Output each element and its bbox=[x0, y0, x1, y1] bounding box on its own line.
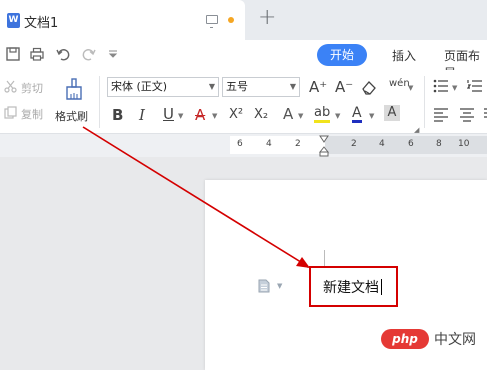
undo-icon[interactable] bbox=[56, 47, 70, 61]
text-effect-button[interactable]: A bbox=[283, 106, 293, 122]
paragraph-layout-icon[interactable] bbox=[258, 279, 270, 293]
chevron-down-icon[interactable]: ▼ bbox=[369, 112, 374, 120]
customize-toolbar-icon[interactable] bbox=[106, 47, 120, 61]
align-center-icon[interactable] bbox=[459, 108, 475, 122]
font-size-value: 五号 bbox=[226, 80, 248, 93]
pinyin-label: wén bbox=[389, 78, 410, 89]
chevron-down-icon[interactable]: ▼ bbox=[212, 112, 217, 120]
ruler-margin bbox=[230, 136, 325, 154]
chevron-down-icon: ▼ bbox=[208, 82, 215, 91]
wps-writer-icon: W bbox=[7, 13, 20, 28]
tab-home[interactable]: 开始 bbox=[317, 44, 367, 66]
document-tab-title: 文档1 bbox=[24, 16, 59, 31]
new-tab-button[interactable]: + bbox=[258, 5, 276, 30]
superscript-button[interactable]: X² bbox=[229, 107, 243, 123]
cut-label[interactable]: 剪切 bbox=[21, 80, 43, 96]
chevron-down-icon[interactable]: ▼ bbox=[298, 112, 303, 120]
chevron-down-icon[interactable]: ▼ bbox=[408, 84, 413, 92]
ruler-tick-label: 10 bbox=[458, 139, 470, 149]
shrink-font-icon[interactable]: A⁻ bbox=[335, 79, 353, 95]
character-shading-button[interactable]: A bbox=[384, 105, 400, 121]
ruler-tick-label: 2 bbox=[295, 139, 301, 149]
font-dialog-launcher-icon[interactable]: ◢ bbox=[414, 126, 419, 134]
document-tab[interactable]: W 文档1 bbox=[0, 0, 245, 40]
tab-insert[interactable]: 插入 bbox=[392, 47, 416, 64]
annotation-highlight-box bbox=[309, 266, 398, 307]
italic-button[interactable]: I bbox=[139, 107, 145, 123]
horizontal-ruler[interactable]: 6 4 2 2 4 6 8 10 bbox=[230, 136, 487, 154]
ruler-tick-label: 8 bbox=[436, 139, 442, 149]
copy-label[interactable]: 复制 bbox=[21, 106, 43, 122]
redo-icon[interactable] bbox=[82, 47, 96, 61]
chevron-down-icon: ▼ bbox=[289, 82, 296, 91]
unsaved-dot-icon bbox=[228, 17, 234, 23]
clear-format-icon[interactable] bbox=[361, 79, 377, 95]
format-painter-label[interactable]: 格式刷 bbox=[55, 108, 88, 124]
ruler-tick-label: 6 bbox=[237, 139, 243, 149]
save-icon[interactable] bbox=[6, 47, 20, 61]
bullet-list-icon[interactable] bbox=[433, 79, 449, 93]
ruler-tick-label: 4 bbox=[379, 139, 385, 149]
font-color-button[interactable]: A bbox=[352, 106, 362, 123]
menu-row: 开始 插入 页面布局 bbox=[0, 40, 487, 80]
ruler-tick-label: 6 bbox=[408, 139, 414, 149]
chevron-down-icon[interactable]: ▼ bbox=[335, 112, 340, 120]
format-painter-icon[interactable] bbox=[64, 78, 84, 100]
chevron-down-icon[interactable]: ▼ bbox=[277, 282, 282, 290]
php-logo: php bbox=[381, 329, 429, 349]
monitor-icon[interactable] bbox=[206, 15, 218, 28]
underline-button[interactable]: U bbox=[163, 106, 174, 122]
watermark-site-text: 中文网 bbox=[434, 332, 476, 348]
strikethrough-button[interactable]: A bbox=[195, 107, 205, 123]
scissors-icon[interactable] bbox=[4, 80, 17, 93]
highlight-button[interactable]: ab bbox=[314, 106, 331, 123]
ribbon-divider bbox=[99, 76, 100, 128]
ribbon-home: 剪切 复制 格式刷 宋体 (正文) ▼ 五号 ▼ A⁺ A⁻ wén ▼ B I U… bbox=[0, 70, 487, 134]
title-tab-bar: W 文档1 + bbox=[0, 0, 487, 40]
grow-font-icon[interactable]: A⁺ bbox=[309, 79, 327, 95]
font-name-value: 宋体 (正文) bbox=[111, 80, 168, 93]
chevron-down-icon[interactable]: ▼ bbox=[178, 112, 183, 120]
numbered-list-icon[interactable] bbox=[467, 79, 483, 93]
pinyin-guide-icon[interactable]: wén bbox=[389, 76, 410, 92]
print-icon[interactable] bbox=[30, 47, 44, 61]
ruler-tick-label: 2 bbox=[351, 139, 357, 149]
indent-marker-icon[interactable] bbox=[319, 135, 329, 157]
font-name-select[interactable]: 宋体 (正文) ▼ bbox=[107, 77, 219, 97]
subscript-button[interactable]: X₂ bbox=[254, 107, 268, 123]
copy-icon[interactable] bbox=[4, 106, 17, 119]
ruler-tick-label: 4 bbox=[266, 139, 272, 149]
ribbon-divider bbox=[424, 76, 425, 128]
font-size-select[interactable]: 五号 ▼ bbox=[222, 77, 300, 97]
align-left-icon[interactable] bbox=[433, 108, 449, 122]
chevron-down-icon[interactable]: ▼ bbox=[452, 84, 457, 92]
bold-button[interactable]: B bbox=[112, 107, 123, 123]
